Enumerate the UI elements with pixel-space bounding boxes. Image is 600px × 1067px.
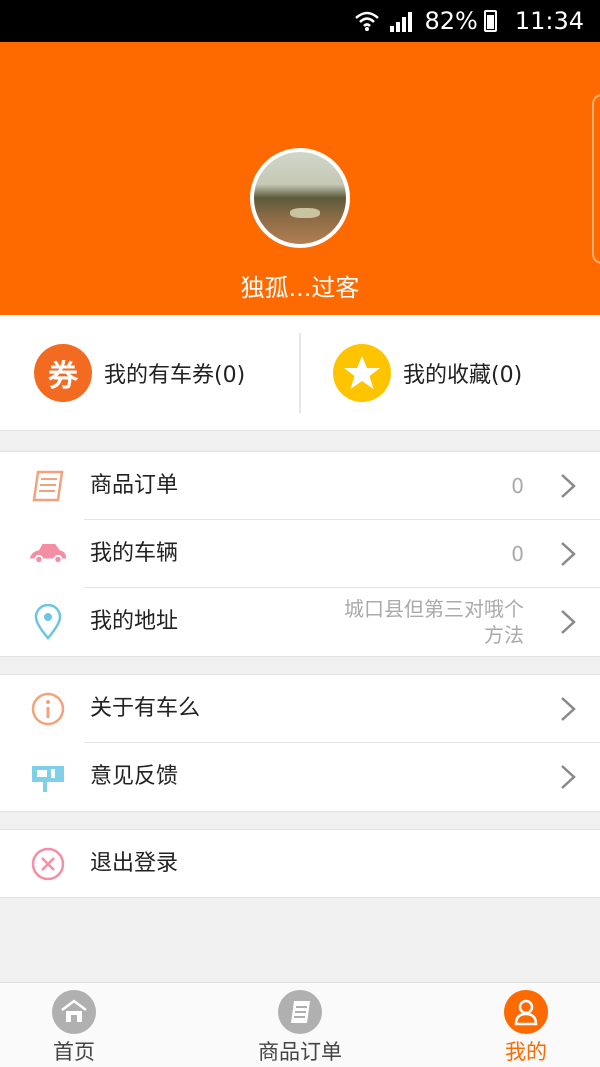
coupon-icon-glyph: 券 bbox=[48, 359, 78, 394]
menu-section-main: 商品订单 0 我的车辆 0 我的地址 城口县但第三对哦个 方法 bbox=[0, 451, 600, 657]
menu-item-vehicles-label: 我的车辆 bbox=[90, 541, 179, 566]
chevron-right-icon bbox=[561, 697, 576, 721]
location-pin-icon bbox=[28, 604, 68, 640]
my-favorites-button[interactable]: 我的收藏(0) bbox=[333, 315, 522, 431]
tab-mine-label: 我的 bbox=[505, 1040, 547, 1064]
tab-home-label: 首页 bbox=[53, 1040, 95, 1064]
battery-icon bbox=[483, 10, 497, 32]
quick-actions: 券 我的有车券(0) 我的收藏(0) bbox=[0, 315, 600, 431]
home-icon bbox=[52, 990, 96, 1034]
menu-item-orders[interactable]: 商品订单 0 bbox=[0, 452, 600, 520]
chevron-right-icon bbox=[561, 765, 576, 789]
vehicles-count: 0 bbox=[511, 542, 524, 566]
menu-item-address-label: 我的地址 bbox=[90, 609, 179, 634]
orders-icon bbox=[278, 990, 322, 1034]
signal-icon bbox=[390, 12, 413, 32]
mailbox-icon bbox=[28, 759, 68, 795]
car-icon bbox=[28, 536, 68, 572]
wifi-icon bbox=[355, 11, 380, 31]
clock: 11:34 bbox=[514, 7, 584, 35]
avatar-photo-detail bbox=[290, 208, 320, 218]
menu-item-about-label: 关于有车么 bbox=[90, 696, 201, 721]
divider bbox=[299, 333, 301, 413]
menu-item-feedback-label: 意见反馈 bbox=[90, 764, 179, 789]
menu-item-feedback[interactable]: 意见反馈 bbox=[0, 743, 600, 811]
close-circle-icon bbox=[28, 846, 68, 882]
menu-item-vehicles[interactable]: 我的车辆 0 bbox=[0, 520, 600, 588]
bottom-tab-bar: 首页 商品订单 我的 bbox=[0, 982, 600, 1067]
info-icon bbox=[28, 691, 68, 727]
user-icon bbox=[504, 990, 548, 1034]
my-coupons-button[interactable]: 券 我的有车券(0) bbox=[34, 315, 245, 431]
menu-item-address[interactable]: 我的地址 城口县但第三对哦个 方法 bbox=[0, 588, 600, 656]
receipt-icon bbox=[28, 468, 68, 504]
address-value-line1: 城口县但第三对哦个 bbox=[344, 597, 524, 621]
tab-home[interactable]: 首页 bbox=[0, 983, 154, 1067]
menu-section-account: 退出登录 bbox=[0, 829, 600, 898]
tab-orders[interactable]: 商品订单 bbox=[220, 983, 380, 1067]
tab-orders-label: 商品订单 bbox=[258, 1040, 342, 1064]
my-coupons-label: 我的有车券(0) bbox=[104, 363, 246, 388]
tab-mine[interactable]: 我的 bbox=[446, 983, 600, 1067]
menu-item-orders-label: 商品订单 bbox=[90, 473, 179, 498]
logout-button[interactable]: 退出登录 bbox=[0, 830, 600, 898]
star-icon bbox=[333, 344, 391, 402]
address-value: 城口县但第三对哦个 方法 bbox=[304, 596, 524, 648]
status-icons bbox=[354, 10, 414, 32]
menu-item-about[interactable]: 关于有车么 bbox=[0, 675, 600, 743]
logout-label: 退出登录 bbox=[90, 851, 179, 876]
chevron-right-icon bbox=[561, 610, 576, 634]
chevron-right-icon bbox=[561, 474, 576, 498]
username[interactable]: 独孤...过客 bbox=[0, 268, 600, 303]
orders-count: 0 bbox=[511, 474, 524, 498]
menu-section-info: 关于有车么 意见反馈 bbox=[0, 674, 600, 812]
battery-percent: 82% bbox=[424, 7, 478, 35]
side-handle[interactable] bbox=[592, 94, 600, 264]
status-bar: 82% 11:34 bbox=[0, 0, 600, 42]
coupon-icon: 券 bbox=[34, 344, 92, 402]
my-favorites-label: 我的收藏(0) bbox=[403, 363, 523, 388]
address-value-line2: 方法 bbox=[484, 623, 524, 647]
chevron-right-icon bbox=[561, 542, 576, 566]
avatar[interactable] bbox=[250, 148, 350, 248]
